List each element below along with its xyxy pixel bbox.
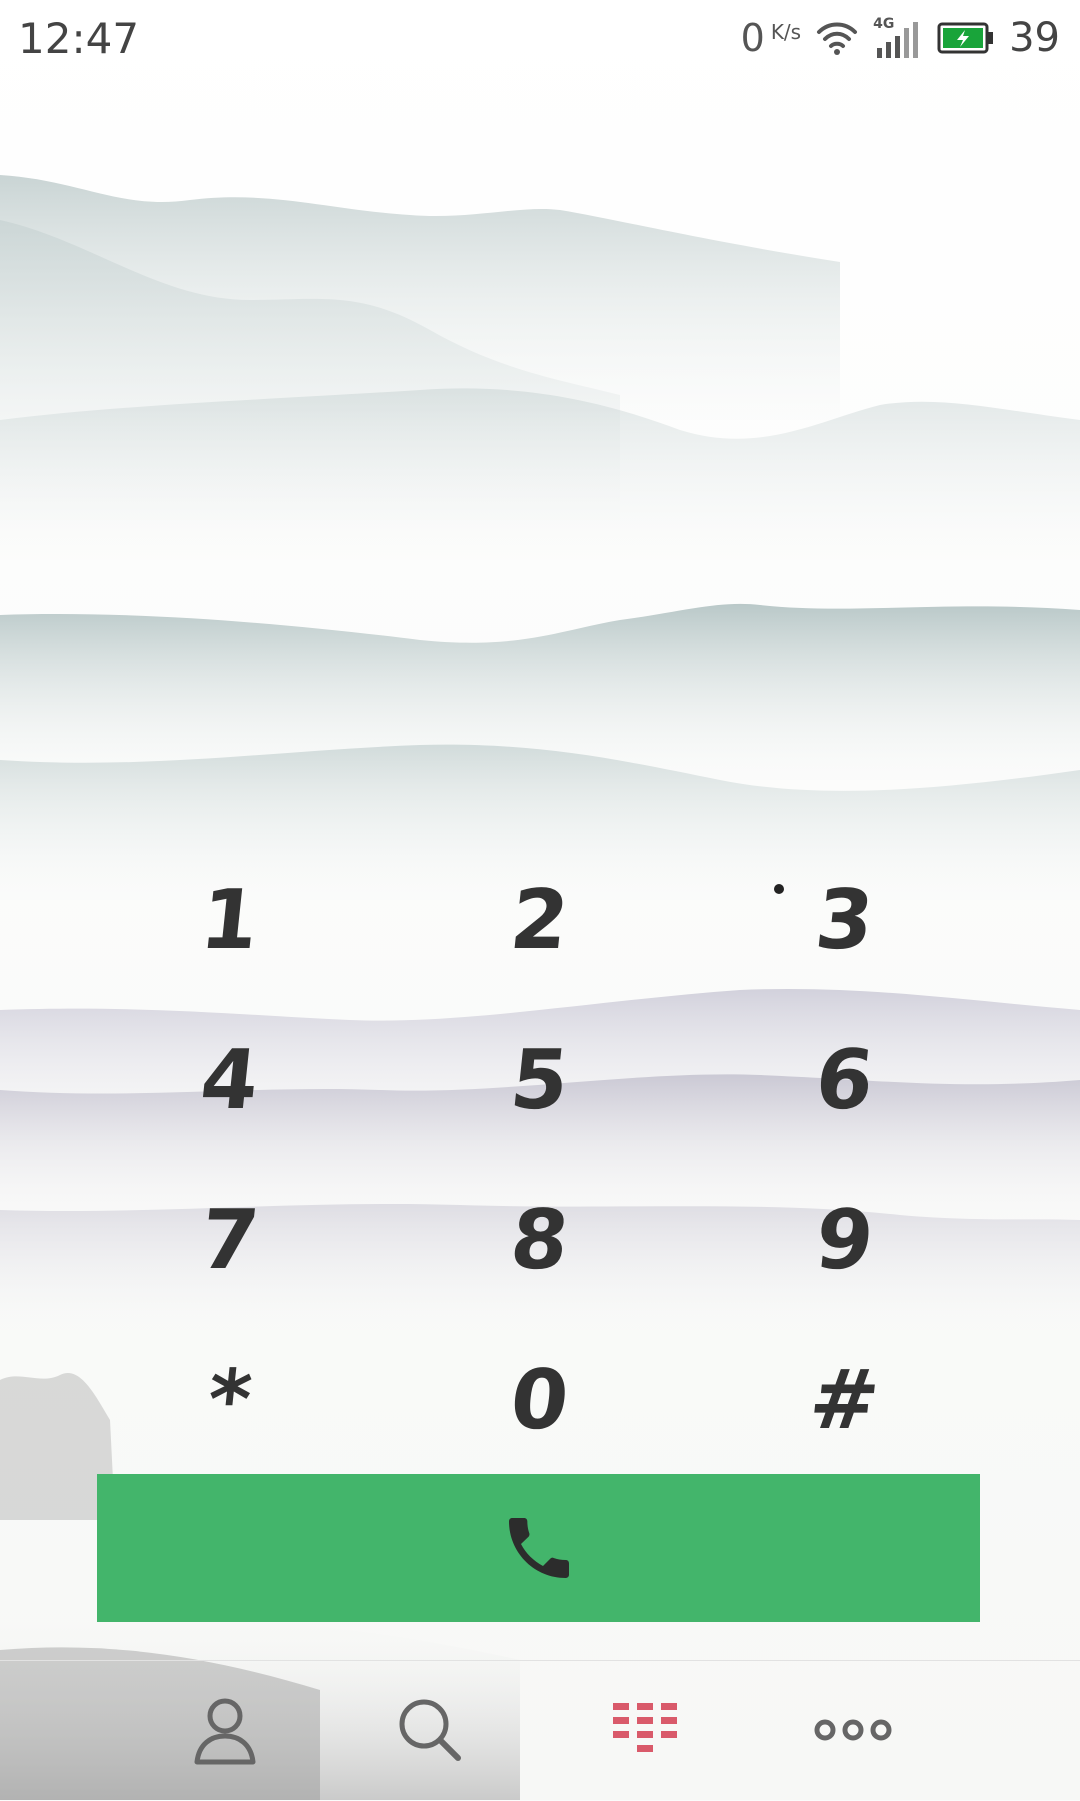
dial-key-label: 4 [195, 1032, 265, 1128]
search-icon [399, 1699, 461, 1761]
dial-key-3[interactable]: 3 [755, 850, 935, 990]
dial-key-label: 8 [505, 1192, 575, 1288]
dialpad-icon [613, 1703, 677, 1752]
dial-key-hash[interactable]: # [755, 1330, 935, 1470]
dial-key-label: 0 [505, 1352, 575, 1448]
nav-more[interactable] [808, 1685, 898, 1775]
indicator-dot [774, 884, 784, 894]
dial-key-label: 2 [505, 872, 575, 968]
dial-key-2[interactable]: 2 [450, 850, 630, 990]
dial-key-label: 3 [810, 872, 880, 968]
cellular-signal-icon: 4G [873, 16, 923, 60]
status-bar: 12:47 0 K/s 4G 39 [0, 0, 1080, 80]
dial-key-label: 1 [195, 872, 265, 968]
dial-key-label: * [203, 1352, 257, 1448]
nav-dialpad[interactable] [600, 1685, 690, 1775]
network-speed-value: 0 [740, 16, 765, 60]
nav-contacts[interactable] [180, 1685, 270, 1775]
dial-key-1[interactable]: 1 [140, 850, 320, 990]
dial-key-6[interactable]: 6 [755, 1010, 935, 1150]
phone-icon [508, 1518, 569, 1578]
wifi-icon [817, 22, 858, 55]
dial-key-star[interactable]: * [140, 1330, 320, 1470]
dial-key-label: # [805, 1352, 885, 1448]
network-speed-unit: K/s [770, 20, 802, 44]
dial-key-0[interactable]: 0 [450, 1330, 630, 1470]
dial-key-5[interactable]: 5 [450, 1010, 630, 1150]
status-icons: 0 K/s 4G 39 [741, 12, 1060, 64]
more-icon [814, 1719, 892, 1741]
dial-key-label: 6 [810, 1032, 880, 1128]
dial-key-label: 7 [195, 1192, 265, 1288]
status-time: 12:47 [18, 14, 140, 63]
dial-key-label: 9 [810, 1192, 880, 1288]
network-speed: 0 K/s [741, 16, 801, 60]
call-button[interactable] [97, 1474, 980, 1622]
battery-icon [937, 22, 994, 54]
battery-percent: 39 [1009, 15, 1060, 61]
dial-key-8[interactable]: 8 [450, 1170, 630, 1310]
dial-key-4[interactable]: 4 [140, 1010, 320, 1150]
dial-key-7[interactable]: 7 [140, 1170, 320, 1310]
bottom-navigation [0, 1660, 1080, 1801]
nav-search[interactable] [385, 1685, 475, 1775]
dial-pad: 1 2 3 4 5 6 7 8 9 * 0 # [100, 850, 980, 1490]
dial-key-label: 5 [505, 1032, 575, 1128]
dial-key-9[interactable]: 9 [755, 1170, 935, 1310]
contacts-icon [194, 1698, 256, 1765]
